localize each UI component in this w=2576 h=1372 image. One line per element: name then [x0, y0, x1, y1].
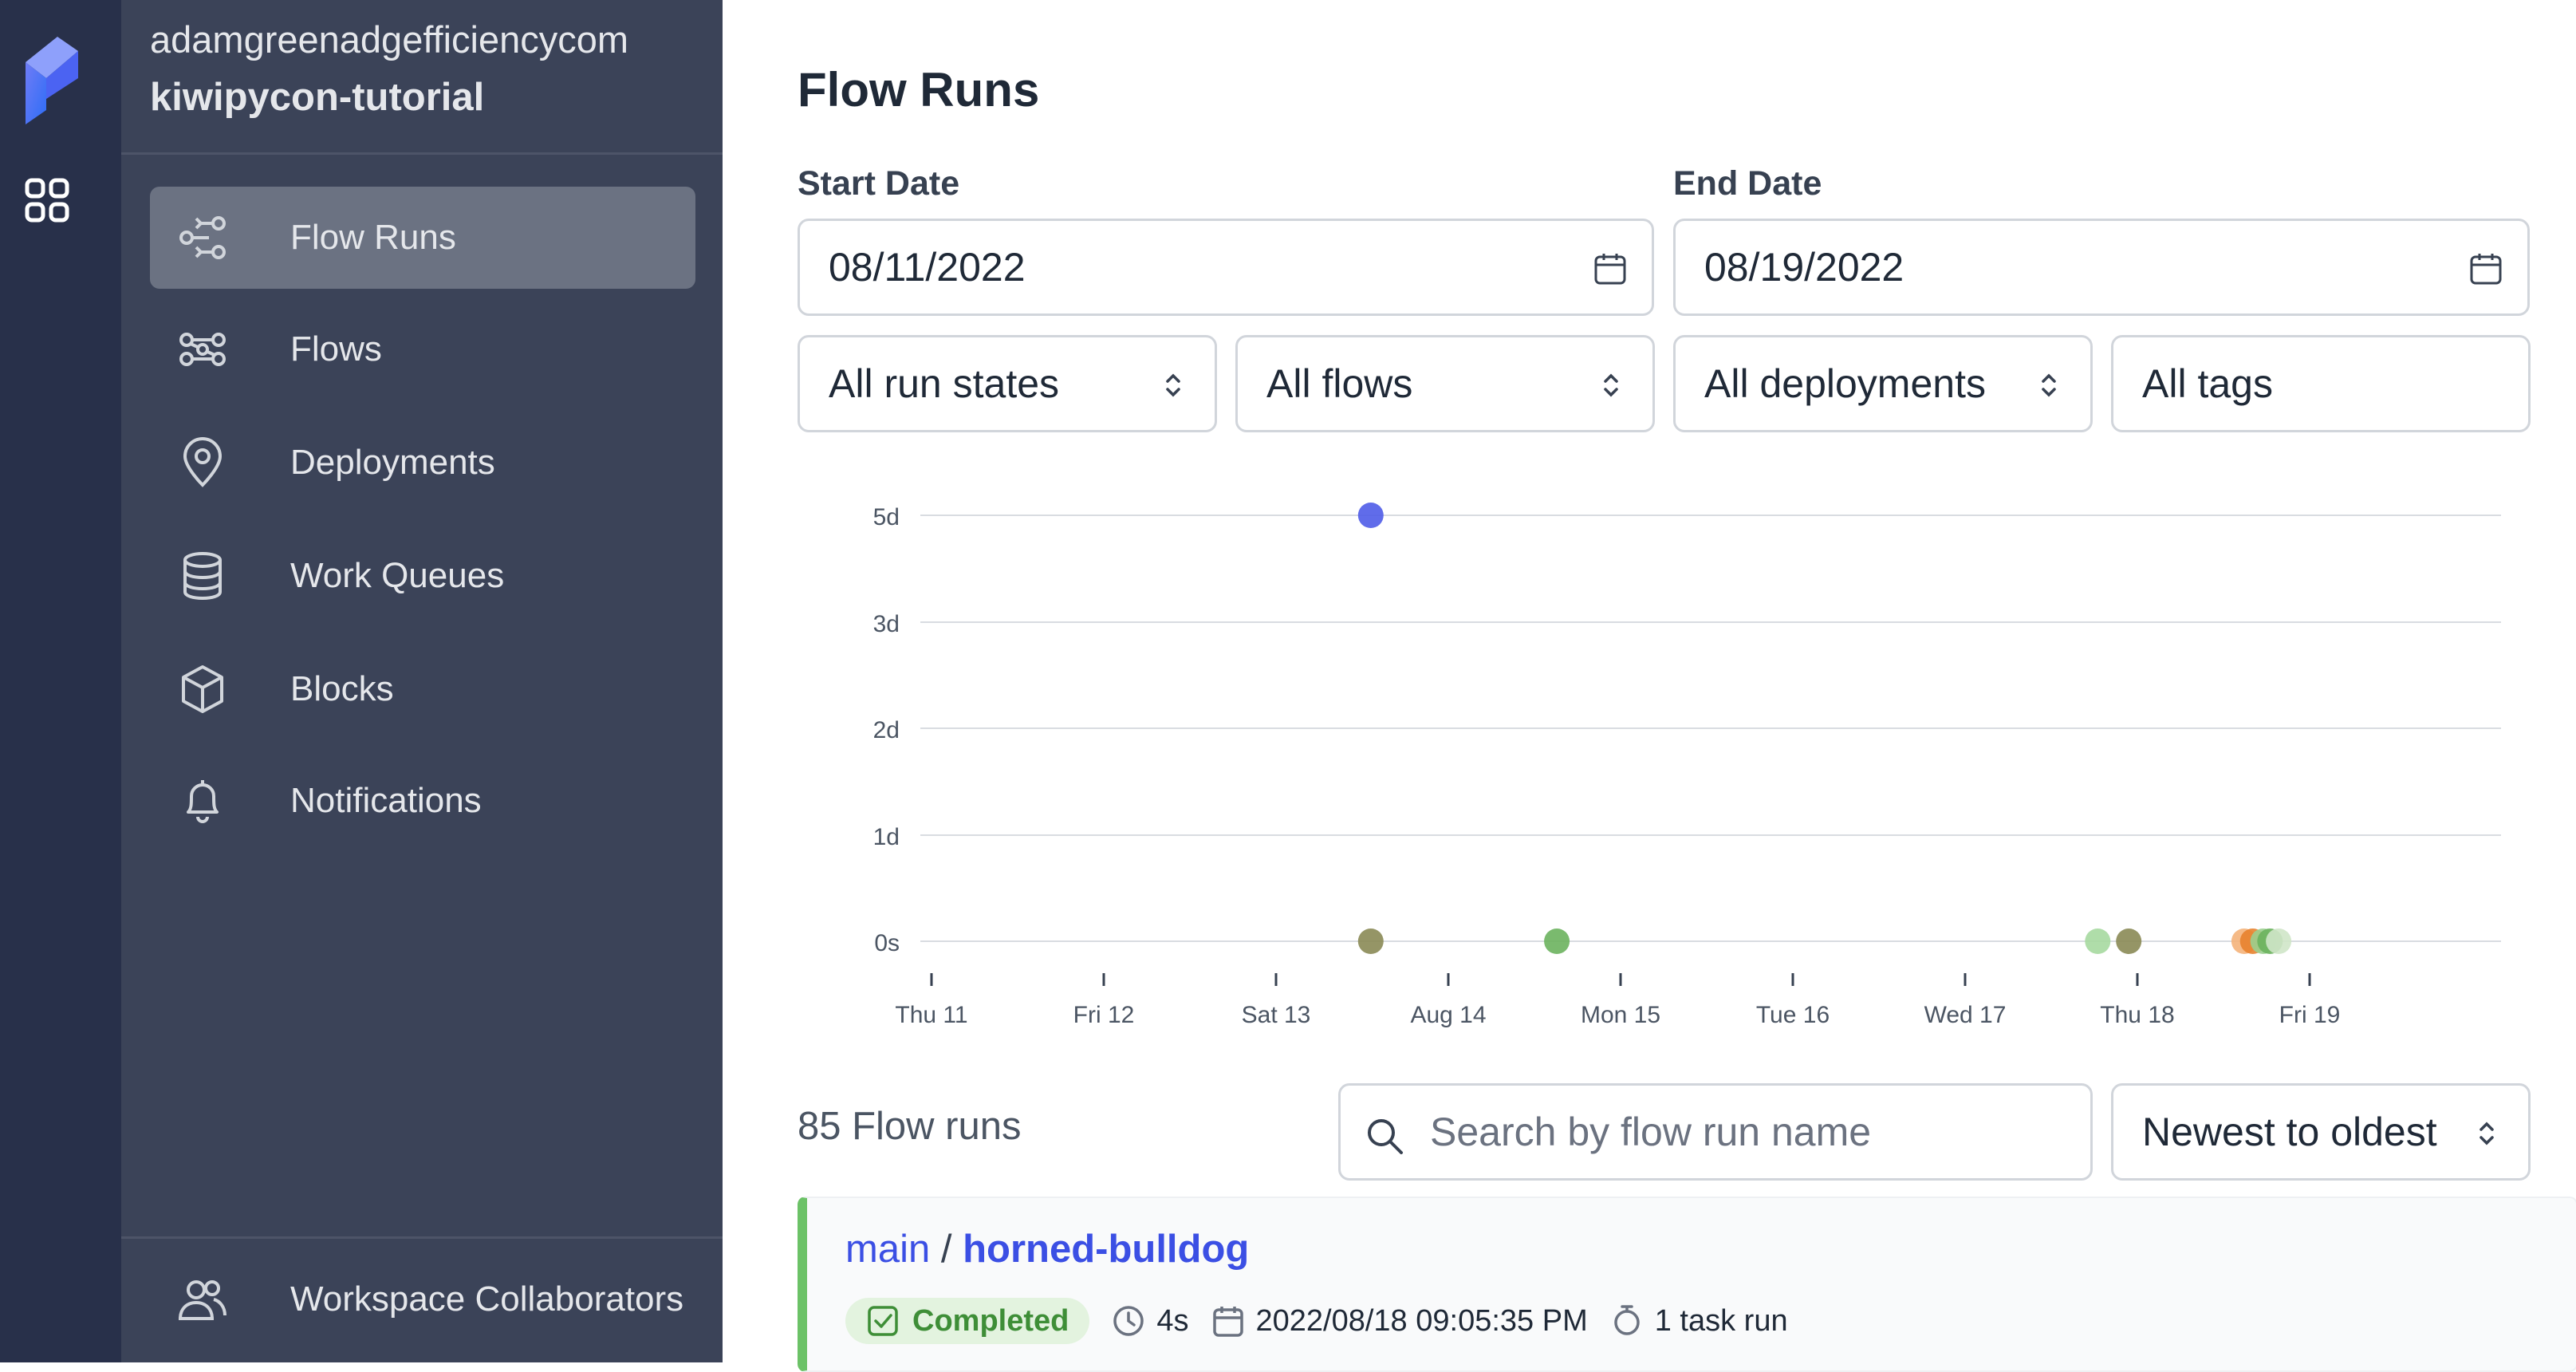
- task-run-icon: [1613, 1305, 1640, 1335]
- chevron-up-down-icon: [1604, 373, 1618, 397]
- search-icon: [1368, 1119, 1403, 1154]
- data-point[interactable]: [1544, 928, 1570, 954]
- x-tick-label: Tue 16: [1756, 1002, 1830, 1028]
- flows-select[interactable]: All flows: [1235, 335, 1655, 432]
- scatter-chart: 0s 1d 2d 3d 5d Thu 11 Fri 12 Sat 13 Aug 14 Mon 15…: [873, 503, 2501, 1028]
- state-label: Completed: [912, 1303, 1069, 1338]
- main-content: Flow Runs Start Date 08/11/2022 End Date…: [723, 0, 2576, 1372]
- x-tick-label: Fri 12: [1073, 1002, 1135, 1028]
- flows-icon: [179, 333, 226, 366]
- sidebar-item-label: Notifications: [290, 781, 482, 820]
- workspace-header: adamgreenadgefficiencycom kiwipycon-tuto…: [121, 0, 723, 155]
- state-badge: Completed: [845, 1298, 1090, 1344]
- check-square-icon: [868, 1306, 898, 1336]
- duration-value: 4s: [1156, 1303, 1189, 1338]
- calendar-icon: [1212, 1307, 1243, 1337]
- start-date-label: Start Date: [798, 164, 960, 203]
- cube-icon: [182, 665, 223, 713]
- end-date-label: End Date: [1673, 164, 1822, 203]
- title-separator: /: [940, 1228, 952, 1271]
- chevron-up-down-icon: [2479, 1122, 2494, 1145]
- sidebar-item-notifications[interactable]: Notifications: [150, 750, 695, 852]
- sort-value: Newest to oldest: [2142, 1110, 2437, 1154]
- task-runs: 1 task run: [1610, 1304, 1788, 1338]
- chevron-up-down-icon: [1166, 373, 1180, 397]
- workspace-name[interactable]: kiwipycon-tutorial: [150, 75, 484, 120]
- y-tick-label: 2d: [873, 717, 900, 743]
- start-time-value: 2022/08/18 09:05:35 PM: [1255, 1303, 1588, 1338]
- flow-runs-icon: [179, 216, 226, 259]
- sidebar-item-deployments[interactable]: Deployments: [150, 412, 695, 514]
- search-placeholder: Search by flow run name: [1430, 1110, 1872, 1154]
- sidebar-footer: Workspace Collaborators: [121, 1236, 723, 1362]
- workspaces-grid-icon[interactable]: [24, 177, 70, 223]
- sidebar-item-label: Work Queues: [290, 556, 505, 595]
- deployments-select[interactable]: All deployments: [1673, 335, 2093, 432]
- sidebar-item-workspace-collaborators[interactable]: Workspace Collaborators: [150, 1248, 695, 1350]
- end-date-input[interactable]: 08/19/2022: [1673, 219, 2530, 316]
- sidebar-item-label: Flows: [290, 329, 382, 369]
- x-tick-label: Fri 19: [2279, 1002, 2341, 1028]
- sidebar-item-label: Workspace Collaborators: [290, 1279, 684, 1319]
- search-input[interactable]: Search by flow run name: [1338, 1083, 2093, 1181]
- tags-select[interactable]: All tags: [2111, 335, 2531, 432]
- flow-name-link[interactable]: main: [845, 1228, 930, 1271]
- sidebar: adamgreenadgefficiencycom kiwipycon-tuto…: [121, 0, 723, 1362]
- sort-select[interactable]: Newest to oldest: [2111, 1083, 2531, 1181]
- flow-run-meta: Completed 4s 2022/08/18 09:05:35 PM 1 ta…: [845, 1297, 1810, 1345]
- end-date-value: 08/19/2022: [1704, 245, 1904, 290]
- account-name[interactable]: adamgreenadgefficiencycom: [150, 18, 628, 61]
- app-rail: [0, 0, 121, 1362]
- y-tick-label: 5d: [873, 504, 900, 530]
- x-tick-label: Wed 17: [1924, 1002, 2007, 1028]
- sidebar-item-label: Flow Runs: [290, 218, 456, 257]
- chevron-up-down-icon: [2042, 373, 2056, 397]
- data-point[interactable]: [1357, 928, 1384, 954]
- duration: 4s: [1112, 1303, 1189, 1338]
- flow-runs-count: 85 Flow runs: [798, 1105, 1022, 1148]
- map-pin-icon: [183, 437, 223, 487]
- y-tick-label: 0s: [874, 930, 900, 956]
- y-tick-label: 1d: [873, 824, 900, 850]
- x-tick-label: Mon 15: [1581, 1002, 1660, 1028]
- sidebar-item-label: Blocks: [290, 669, 394, 708]
- x-tick-label: Thu 18: [2100, 1002, 2174, 1028]
- calendar-icon[interactable]: [1593, 251, 1628, 286]
- page-title: Flow Runs: [798, 63, 1040, 116]
- y-tick-label: 3d: [873, 611, 900, 637]
- clock-icon: [1113, 1306, 1144, 1336]
- flow-run-title: main / horned-bulldog: [845, 1227, 1249, 1271]
- run-states-select[interactable]: All run states: [798, 335, 1217, 432]
- sidebar-item-flow-runs[interactable]: Flow Runs: [150, 187, 695, 289]
- sidebar-item-flows[interactable]: Flows: [150, 298, 695, 400]
- flow-run-name-link[interactable]: horned-bulldog: [963, 1228, 1249, 1271]
- data-point[interactable]: [1357, 503, 1384, 528]
- data-point[interactable]: [2266, 928, 2292, 954]
- x-tick-label: Thu 11: [895, 1002, 967, 1028]
- users-icon: [178, 1280, 226, 1320]
- database-icon: [183, 552, 222, 601]
- flow-run-list-item[interactable]: main / horned-bulldog Completed 4s 2022/…: [798, 1197, 2576, 1372]
- prefect-logo-icon[interactable]: [18, 30, 81, 126]
- data-point[interactable]: [2116, 928, 2142, 954]
- start-date-input[interactable]: 08/11/2022: [798, 219, 1654, 316]
- flows-value: All flows: [1266, 361, 1413, 406]
- data-point[interactable]: [2085, 928, 2111, 954]
- bell-icon: [187, 780, 219, 823]
- x-tick-label: Aug 14: [1410, 1002, 1486, 1028]
- sidebar-item-work-queues[interactable]: Work Queues: [150, 525, 695, 627]
- start-time: 2022/08/18 09:05:35 PM: [1211, 1304, 1588, 1338]
- x-tick-label: Sat 13: [1242, 1002, 1311, 1028]
- deployments-value: All deployments: [1704, 361, 1986, 406]
- sidebar-item-blocks[interactable]: Blocks: [150, 638, 695, 740]
- calendar-icon[interactable]: [2468, 251, 2503, 286]
- run-states-value: All run states: [829, 361, 1060, 406]
- task-runs-value: 1 task run: [1654, 1303, 1788, 1338]
- start-date-value: 08/11/2022: [829, 245, 1026, 290]
- tags-value: All tags: [2142, 361, 2273, 406]
- sidebar-item-label: Deployments: [290, 443, 495, 482]
- flow-runs-chart: 0s 1d 2d 3d 5d Thu 11 Fri 12 Sat 13 Aug 14 Mon 15…: [798, 471, 2576, 1029]
